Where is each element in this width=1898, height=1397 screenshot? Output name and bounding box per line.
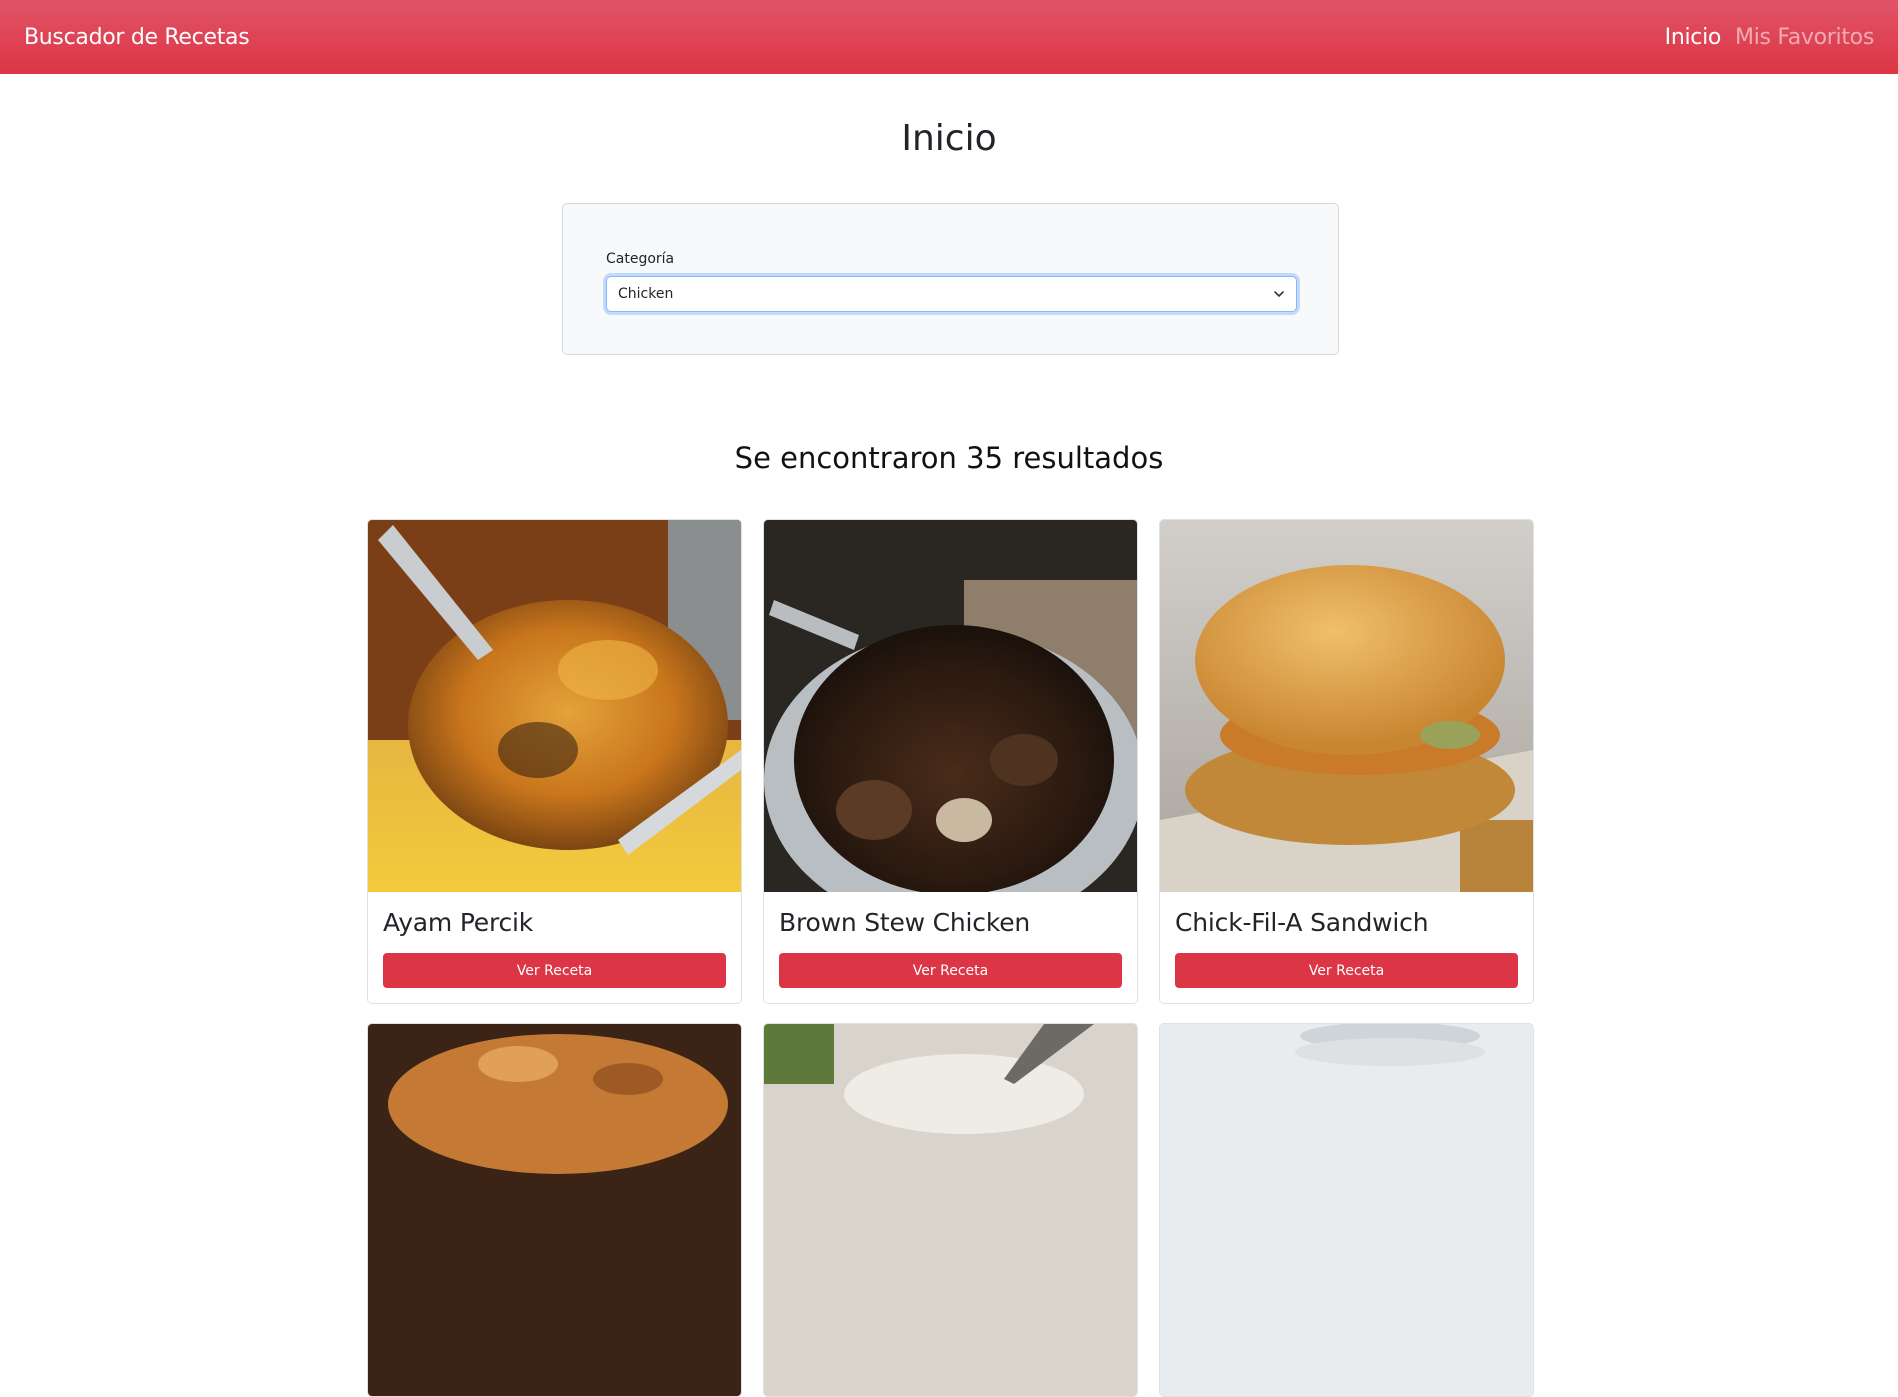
nav-links: Inicio Mis Favoritos [1665,25,1875,50]
card-body: Ayam Percik Ver Receta [368,908,741,988]
recipe-image [764,1024,1137,1396]
filter-card: Categoría Chicken [562,203,1339,355]
recipe-card: Ayam Percik Ver Receta [367,519,742,1004]
view-recipe-button[interactable]: Ver Receta [1175,953,1518,988]
card-body: Chick-Fil-A Sandwich Ver Receta [1160,908,1533,988]
card-body: Brown Stew Chicken Ver Receta [764,908,1137,988]
recipe-image [368,1024,741,1396]
category-select[interactable]: Chicken [606,276,1297,312]
recipe-card [367,1023,742,1397]
recipe-title: Brown Stew Chicken [779,908,1031,937]
navbar: Buscador de Recetas Inicio Mis Favoritos [0,0,1898,74]
recipe-title: Chick-Fil-A Sandwich [1175,908,1429,937]
nav-link-favoritos[interactable]: Mis Favoritos [1735,25,1874,50]
recipe-card [763,1023,1138,1397]
results-heading: Se encontraron 35 resultados [734,441,1164,475]
category-label: Categoría [606,251,675,267]
recipe-card: Chick-Fil-A Sandwich Ver Receta [1159,519,1534,1004]
recipe-card [1159,1023,1534,1397]
recipe-card: Brown Stew Chicken Ver Receta [763,519,1138,1004]
recipe-image [1160,1024,1533,1396]
recipe-title: Ayam Percik [383,908,534,937]
view-recipe-button[interactable]: Ver Receta [779,953,1122,988]
recipe-image [1160,520,1533,892]
chevron-down-icon [1273,288,1285,300]
recipe-image [368,520,741,892]
page-title: Inicio [901,118,997,159]
view-recipe-button[interactable]: Ver Receta [383,953,726,988]
nav-link-inicio[interactable]: Inicio [1665,25,1722,50]
category-select-value: Chicken [618,286,674,302]
recipe-image [764,520,1137,892]
brand-link[interactable]: Buscador de Recetas [24,25,250,50]
